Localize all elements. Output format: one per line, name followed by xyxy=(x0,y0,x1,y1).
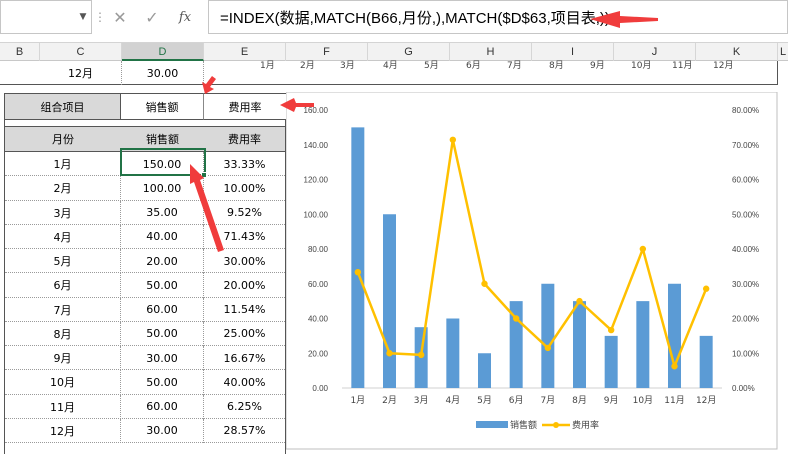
arrow-to-expense-option xyxy=(280,98,314,112)
arrow-to-selector-cell xyxy=(202,76,216,94)
arrow-to-formula xyxy=(590,11,658,28)
annotation-arrows xyxy=(190,11,658,252)
arrow-to-active-cell xyxy=(190,164,224,252)
